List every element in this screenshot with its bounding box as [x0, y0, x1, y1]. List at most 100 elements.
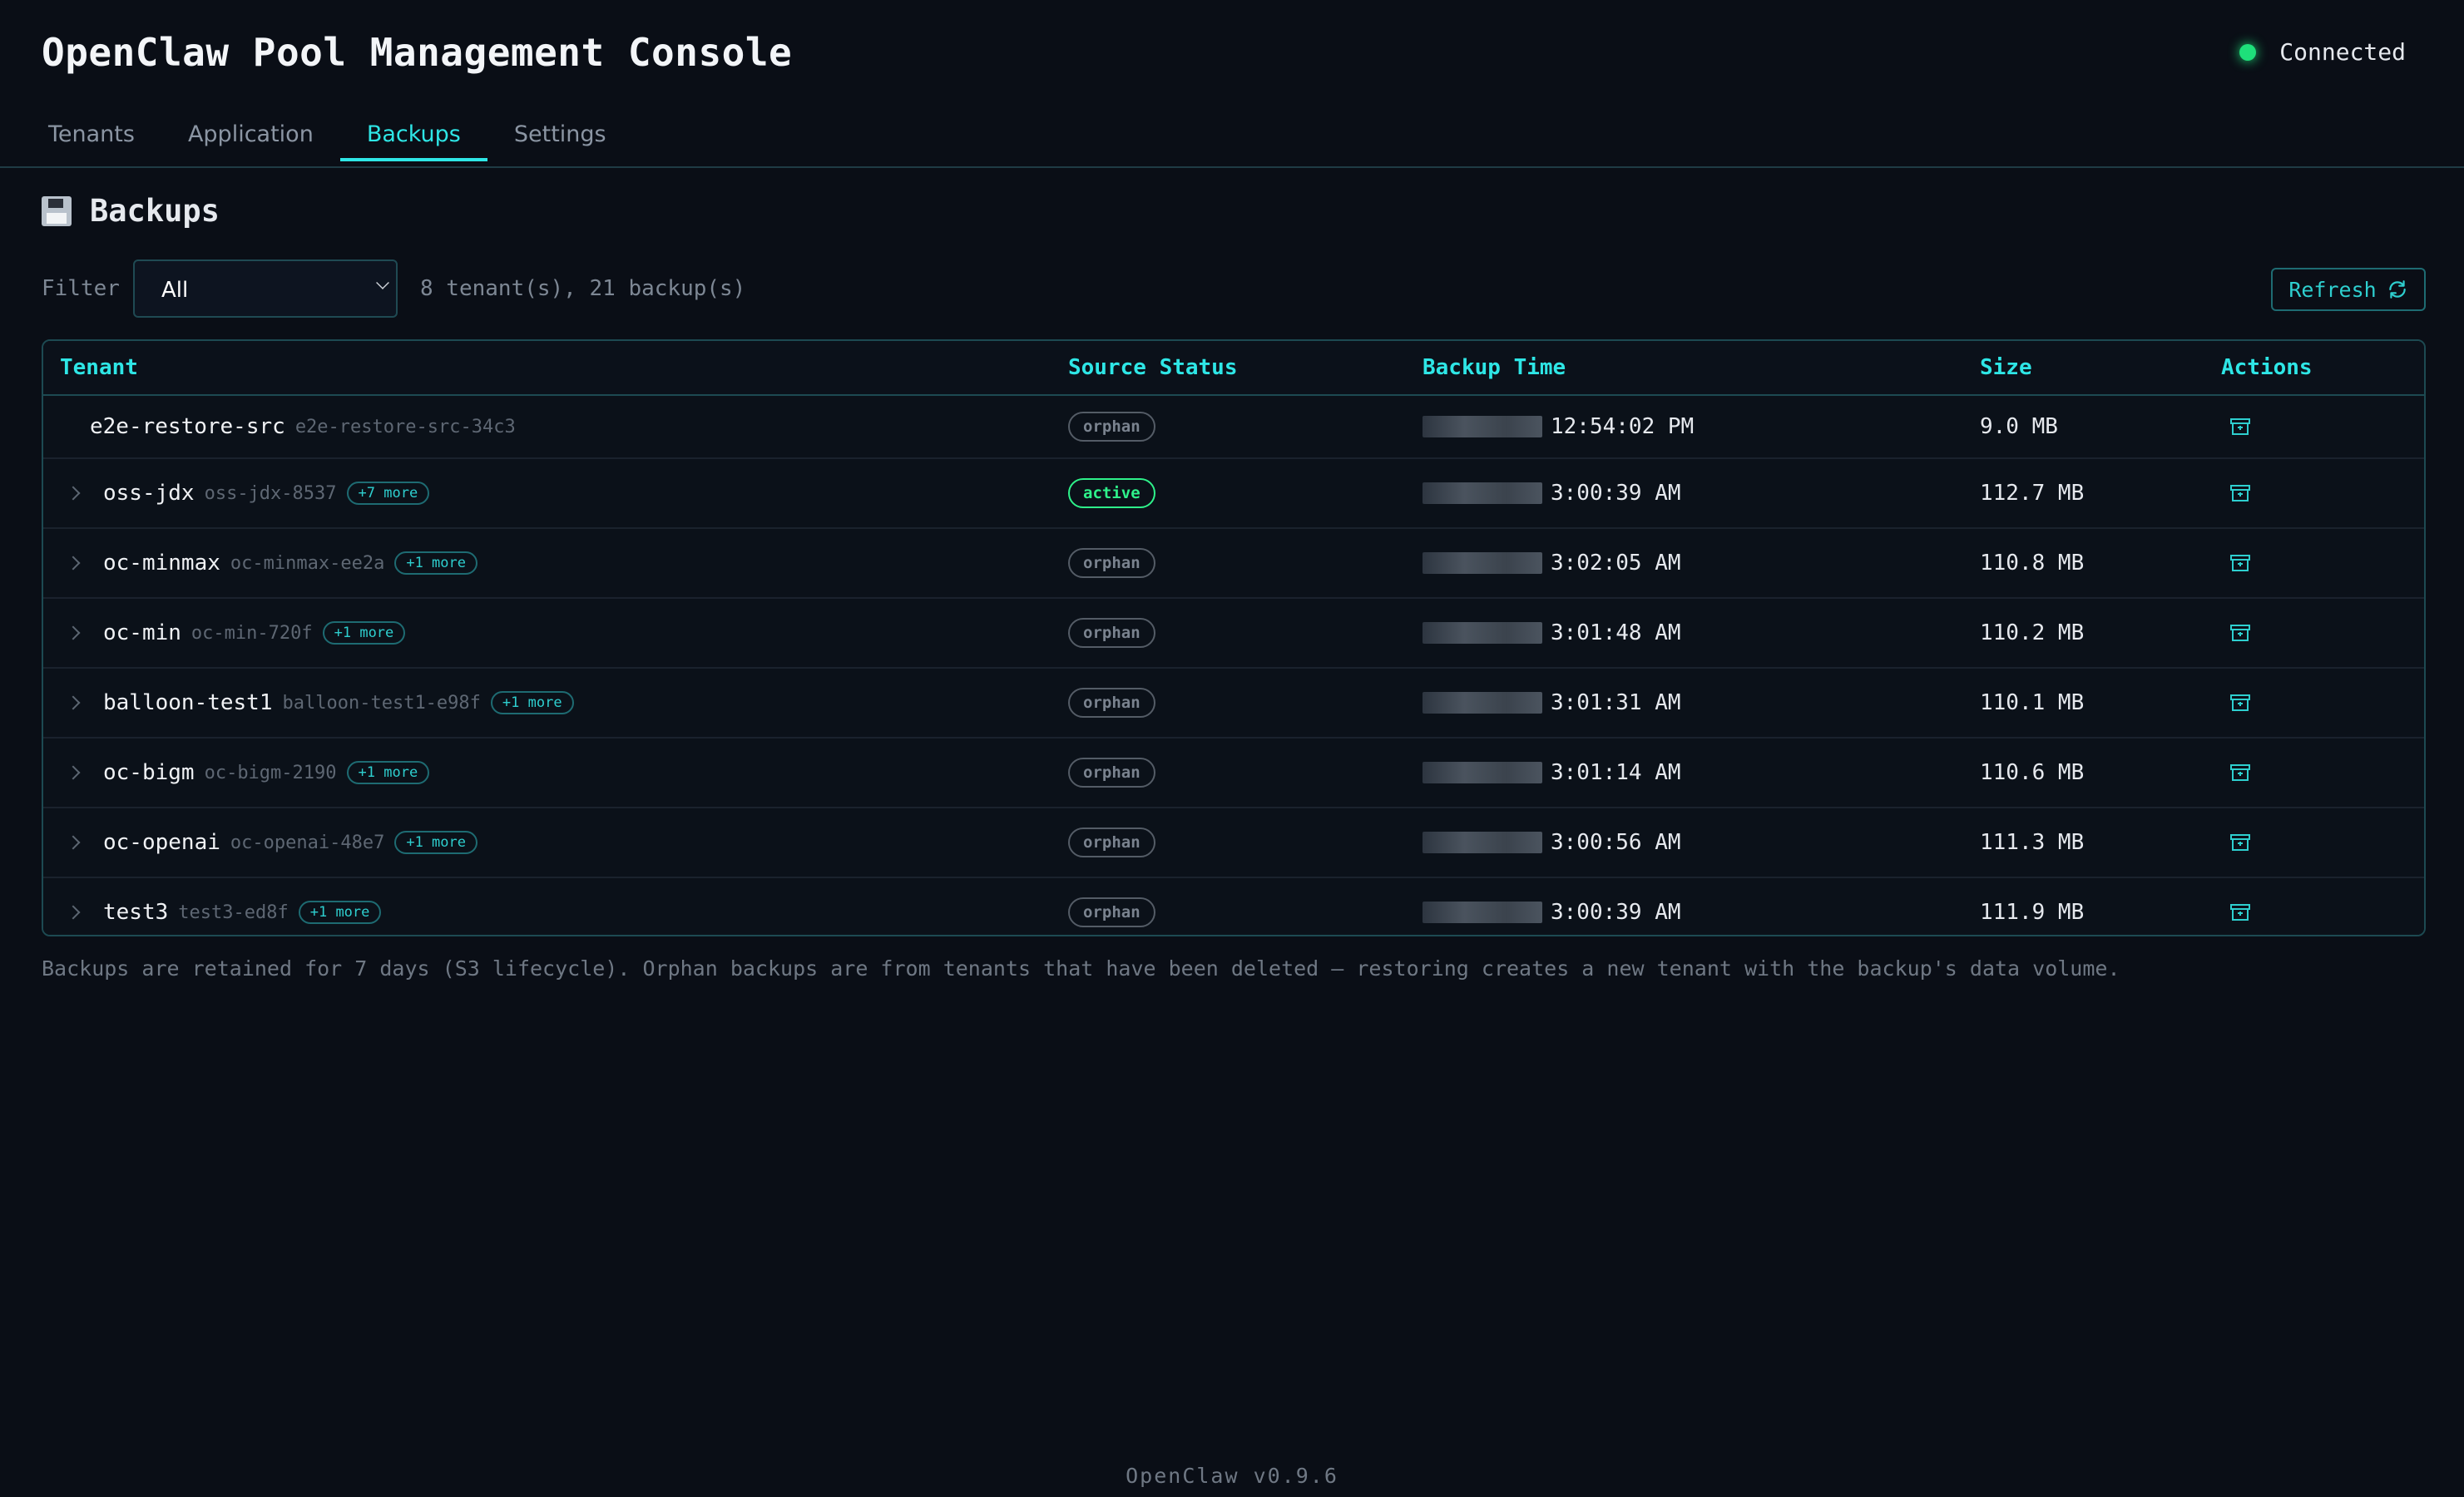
tab-tenants[interactable]: Tenants: [22, 116, 161, 161]
backup-time: 3:00:56 AM: [1551, 830, 1681, 855]
more-backups-badge[interactable]: +1 more: [346, 761, 430, 784]
floppy-disk-icon: [42, 195, 72, 226]
column-header-size: Size: [1980, 355, 2032, 380]
table-row[interactable]: oc-min oc-min-720f +1 more orphan 3:01:48 AM…: [43, 599, 2424, 669]
backup-time-cell: 3:02:05 AM: [1422, 551, 1681, 576]
table-row[interactable]: oc-bigm oc-bigm-2190 +1 more orphan 3:01:14 …: [43, 739, 2424, 808]
tenant-cell: oc-openai oc-openai-48e7 +1 more: [103, 830, 477, 855]
restore-archive-icon[interactable]: [2229, 833, 2251, 852]
redacted-date: [1422, 692, 1542, 714]
backup-time: 12:54:02 PM: [1551, 414, 1695, 439]
backup-time-cell: 3:00:56 AM: [1422, 830, 1681, 855]
tenant-cell: balloon-test1 balloon-test1-e98f +1 more: [103, 690, 574, 715]
table-row[interactable]: e2e-restore-src e2e-restore-src-34c3 orpha…: [43, 396, 2424, 459]
backup-size: 110.6 MB: [1980, 760, 2085, 785]
expand-chevron-icon[interactable]: [66, 556, 81, 571]
section-title-text: Backups: [90, 193, 220, 229]
table-row[interactable]: oc-openai oc-openai-48e7 +1 more orphan 3:00…: [43, 808, 2424, 878]
connection-indicator: Connected: [2239, 38, 2406, 66]
filter-selected-value: All: [161, 278, 189, 303]
expand-chevron-icon[interactable]: [66, 695, 81, 710]
expand-chevron-icon[interactable]: [66, 765, 81, 780]
status-badge: active: [1068, 478, 1155, 508]
tenant-id: oss-jdx-8537: [204, 482, 337, 504]
section-title: Backups: [42, 193, 220, 229]
tenant-name: oc-bigm: [103, 760, 195, 785]
backup-time-cell: 3:00:39 AM: [1422, 900, 1681, 925]
tenant-id: oc-openai-48e7: [230, 832, 385, 853]
restore-archive-icon[interactable]: [2229, 624, 2251, 642]
restore-archive-icon[interactable]: [2229, 903, 2251, 921]
backup-time: 3:00:39 AM: [1551, 900, 1681, 925]
more-backups-badge[interactable]: +1 more: [322, 621, 406, 645]
main-tabs: Tenants Application Backups Settings: [22, 116, 633, 166]
expand-chevron-icon[interactable]: [66, 486, 81, 501]
tenant-id: balloon-test1-e98f: [282, 692, 481, 714]
expand-chevron-icon[interactable]: [66, 625, 81, 640]
restore-archive-icon[interactable]: [2229, 417, 2251, 436]
table-header: Tenant Source Status Backup Time Size Ac…: [43, 341, 2424, 396]
refresh-button-label: Refresh: [2288, 277, 2377, 302]
expand-chevron-icon[interactable]: [66, 835, 81, 850]
tenant-name: oss-jdx: [103, 481, 195, 506]
refresh-icon: [2388, 280, 2406, 299]
redacted-date: [1422, 832, 1542, 853]
tenant-name: oc-openai: [103, 830, 220, 855]
tab-application[interactable]: Application: [161, 116, 340, 161]
tenant-name: oc-minmax: [103, 551, 220, 576]
more-backups-badge[interactable]: +1 more: [490, 691, 574, 714]
expand-chevron-icon[interactable]: [66, 905, 81, 920]
table-row[interactable]: test3 test3-ed8f +1 more orphan 3:00:39 AM 11…: [43, 878, 2424, 935]
tenant-cell: e2e-restore-src e2e-restore-src-34c3: [90, 414, 516, 439]
status-badge: orphan: [1068, 548, 1155, 578]
backup-size: 110.8 MB: [1980, 551, 2085, 576]
restore-archive-icon[interactable]: [2229, 694, 2251, 712]
backup-size: 111.9 MB: [1980, 900, 2085, 925]
more-backups-badge[interactable]: +1 more: [394, 831, 477, 854]
status-badge: orphan: [1068, 688, 1155, 718]
more-backups-badge[interactable]: +7 more: [346, 482, 430, 505]
refresh-button[interactable]: Refresh: [2271, 268, 2426, 311]
tenant-name: test3: [103, 900, 169, 925]
column-header-actions: Actions: [2221, 355, 2313, 380]
backup-size: 9.0 MB: [1980, 414, 2058, 439]
table-body: e2e-restore-src e2e-restore-src-34c3 orpha…: [43, 396, 2424, 935]
status-badge: orphan: [1068, 897, 1155, 927]
restore-archive-icon[interactable]: [2229, 763, 2251, 782]
more-backups-badge[interactable]: +1 more: [394, 551, 477, 575]
restore-archive-icon[interactable]: [2229, 484, 2251, 502]
more-backups-badge[interactable]: +1 more: [298, 901, 382, 924]
tenant-cell: oc-min oc-min-720f +1 more: [103, 620, 406, 645]
backup-time: 3:00:39 AM: [1551, 481, 1681, 506]
backup-time: 3:01:31 AM: [1551, 690, 1681, 715]
tab-settings[interactable]: Settings: [487, 116, 633, 161]
redacted-date: [1422, 902, 1542, 923]
status-badge: orphan: [1068, 828, 1155, 857]
backup-size: 110.2 MB: [1980, 620, 2085, 645]
redacted-date: [1422, 762, 1542, 783]
tenant-filter-select[interactable]: All: [133, 259, 398, 318]
chevron-down-icon: [376, 276, 389, 289]
status-badge: orphan: [1068, 758, 1155, 788]
table-row[interactable]: balloon-test1 balloon-test1-e98f +1 more or…: [43, 669, 2424, 739]
backup-time-cell: 12:54:02 PM: [1422, 414, 1694, 439]
filter-bar: Filter All 8 tenant(s), 21 backup(s) Ref…: [42, 259, 2426, 319]
tenant-id: e2e-restore-src-34c3: [294, 416, 516, 437]
backup-size: 110.1 MB: [1980, 690, 2085, 715]
tenant-id: oc-min-720f: [190, 622, 313, 644]
tenant-id: oc-bigm-2190: [204, 762, 337, 783]
backup-summary-count: 8 tenant(s), 21 backup(s): [420, 276, 746, 301]
tab-backups[interactable]: Backups: [339, 116, 487, 161]
redacted-date: [1422, 622, 1542, 644]
backup-time-cell: 3:01:48 AM: [1422, 620, 1681, 645]
table-row[interactable]: oss-jdx oss-jdx-8537 +7 more active 3:00:39 …: [43, 459, 2424, 529]
app-header: OpenClaw Pool Management Console Connect…: [0, 0, 2464, 168]
backup-time-cell: 3:01:31 AM: [1422, 690, 1681, 715]
table-row[interactable]: oc-minmax oc-minmax-ee2a +1 more orphan 3:02…: [43, 529, 2424, 599]
column-header-tenant: Tenant: [60, 355, 138, 380]
app-title: OpenClaw Pool Management Console: [42, 30, 793, 75]
status-badge: orphan: [1068, 618, 1155, 648]
column-header-backup-time: Backup Time: [1422, 355, 1566, 380]
restore-archive-icon[interactable]: [2229, 554, 2251, 572]
tenant-id: oc-minmax-ee2a: [230, 552, 385, 574]
